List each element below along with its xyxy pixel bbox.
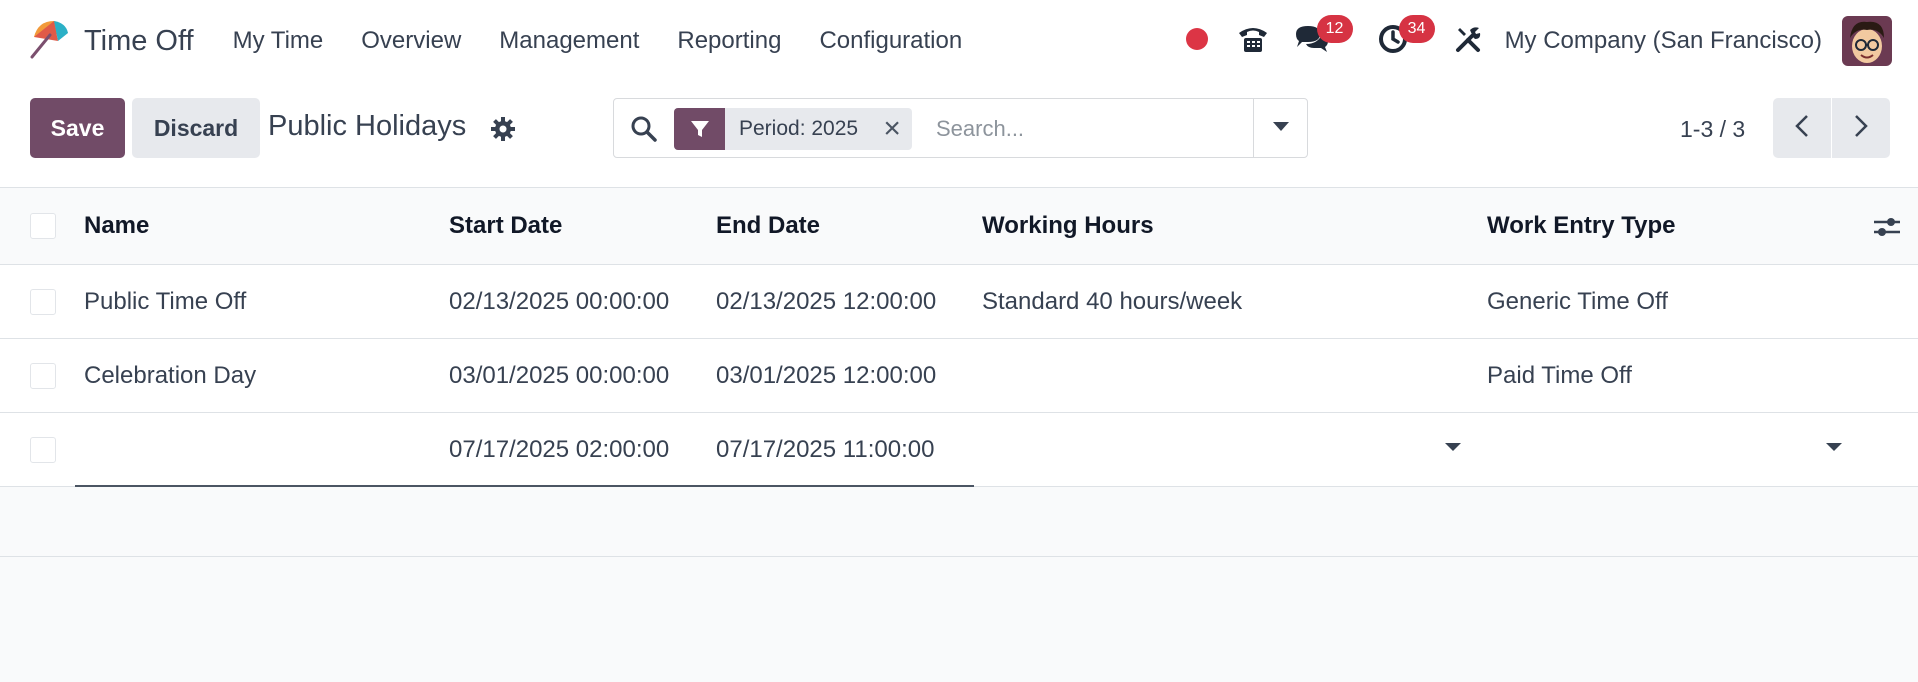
save-button[interactable]: Save: [30, 98, 125, 158]
search-input[interactable]: [936, 109, 1236, 149]
cell-start-date[interactable]: 02/13/2025 00:00:00: [449, 265, 669, 338]
activities-badge: 34: [1398, 15, 1435, 43]
developer-tools-button[interactable]: [1447, 0, 1491, 82]
gear-icon[interactable]: [490, 116, 516, 142]
main-menu: My Time Overview Management Reporting Co…: [214, 0, 982, 82]
pager-previous-button[interactable]: [1773, 98, 1831, 158]
chevron-right-icon: [1854, 114, 1868, 143]
pager-value[interactable]: 1-3 / 3: [1680, 116, 1745, 143]
cell-name[interactable]: Celebration Day: [84, 339, 256, 412]
list-header: Name Start Date End Date Working Hours W…: [0, 188, 1918, 265]
chevron-down-icon: [1272, 119, 1289, 137]
tools-icon: [1454, 24, 1484, 59]
user-avatar[interactable]: [1842, 16, 1892, 66]
record-dot-icon: [1185, 27, 1208, 55]
pager-next-button[interactable]: [1832, 98, 1890, 158]
control-panel: Save Discard Public Holidays Period: 202…: [0, 82, 1918, 188]
facet-label: Period: 2025: [739, 117, 859, 140]
discard-button[interactable]: Discard: [132, 98, 260, 158]
filter-icon: [674, 108, 725, 150]
app-brand[interactable]: Time Off: [28, 0, 214, 82]
cell-end-date[interactable]: 02/13/2025 12:00:00: [716, 265, 936, 338]
messages-button[interactable]: 12: [1281, 0, 1361, 82]
cell-name[interactable]: Public Time Off: [84, 265, 246, 338]
table-row[interactable]: Public Time Off 02/13/2025 00:00:00 02/1…: [0, 265, 1918, 339]
cell-working-hours[interactable]: Standard 40 hours/week: [982, 265, 1242, 338]
cell-end-date[interactable]: 07/17/2025 11:00:00: [716, 413, 934, 486]
systray: 12 34 My Company (San Francisco): [1169, 0, 1918, 82]
menu-management[interactable]: Management: [480, 0, 658, 82]
close-icon[interactable]: ×: [872, 108, 912, 150]
editing-field-underline: [75, 485, 974, 487]
chevron-left-icon: [1795, 114, 1809, 143]
optional-columns-icon[interactable]: [1872, 212, 1902, 242]
company-switcher[interactable]: My Company (San Francisco): [1491, 0, 1842, 82]
phone-icon: [1236, 23, 1270, 60]
column-header-start-date[interactable]: Start Date: [449, 188, 562, 264]
select-all-checkbox[interactable]: [30, 213, 56, 239]
public-holidays-list: Name Start Date End Date Working Hours W…: [0, 188, 1918, 557]
cell-start-date[interactable]: 07/17/2025 02:00:00: [449, 413, 669, 486]
column-header-working-hours[interactable]: Working Hours: [982, 188, 1154, 264]
column-header-name[interactable]: Name: [84, 188, 149, 264]
column-header-work-entry-type[interactable]: Work Entry Type: [1487, 188, 1675, 264]
messages-badge: 12: [1316, 15, 1353, 43]
work-entry-type-dropdown-icon[interactable]: [1826, 443, 1842, 451]
row-checkbox[interactable]: [30, 362, 56, 389]
search-options-toggle[interactable]: [1253, 99, 1307, 157]
row-checkbox[interactable]: [30, 288, 56, 315]
search-bar: Period: 2025 ×: [613, 98, 1308, 158]
working-hours-dropdown-icon[interactable]: [1445, 443, 1461, 451]
menu-reporting[interactable]: Reporting: [658, 0, 800, 82]
page-title: Public Holidays: [268, 110, 467, 142]
column-header-end-date[interactable]: End Date: [716, 188, 820, 264]
menu-my-time[interactable]: My Time: [214, 0, 343, 82]
recording-indicator[interactable]: [1169, 0, 1225, 82]
cell-work-entry-type[interactable]: Generic Time Off: [1487, 265, 1668, 338]
voip-button[interactable]: [1225, 0, 1281, 82]
app-name: Time Off: [84, 24, 194, 57]
row-checkbox[interactable]: [30, 436, 56, 463]
cell-work-entry-type[interactable]: Paid Time Off: [1487, 339, 1632, 412]
cell-start-date[interactable]: 03/01/2025 00:00:00: [449, 339, 669, 412]
search-icon[interactable]: [630, 115, 658, 143]
menu-overview[interactable]: Overview: [342, 0, 480, 82]
menu-configuration[interactable]: Configuration: [800, 0, 981, 82]
table-row-editing[interactable]: 07/17/2025 02:00:00 07/17/2025 11:00:00: [0, 413, 1918, 487]
list-empty-row: [0, 487, 1918, 557]
activities-button[interactable]: 34: [1361, 0, 1447, 82]
table-row[interactable]: Celebration Day 03/01/2025 00:00:00 03/0…: [0, 339, 1918, 413]
umbrella-icon: [28, 17, 72, 66]
search-facet-period: Period: 2025 ×: [674, 108, 913, 150]
main-navbar: Time Off My Time Overview Management Rep…: [0, 0, 1918, 82]
cell-end-date[interactable]: 03/01/2025 12:00:00: [716, 339, 936, 412]
